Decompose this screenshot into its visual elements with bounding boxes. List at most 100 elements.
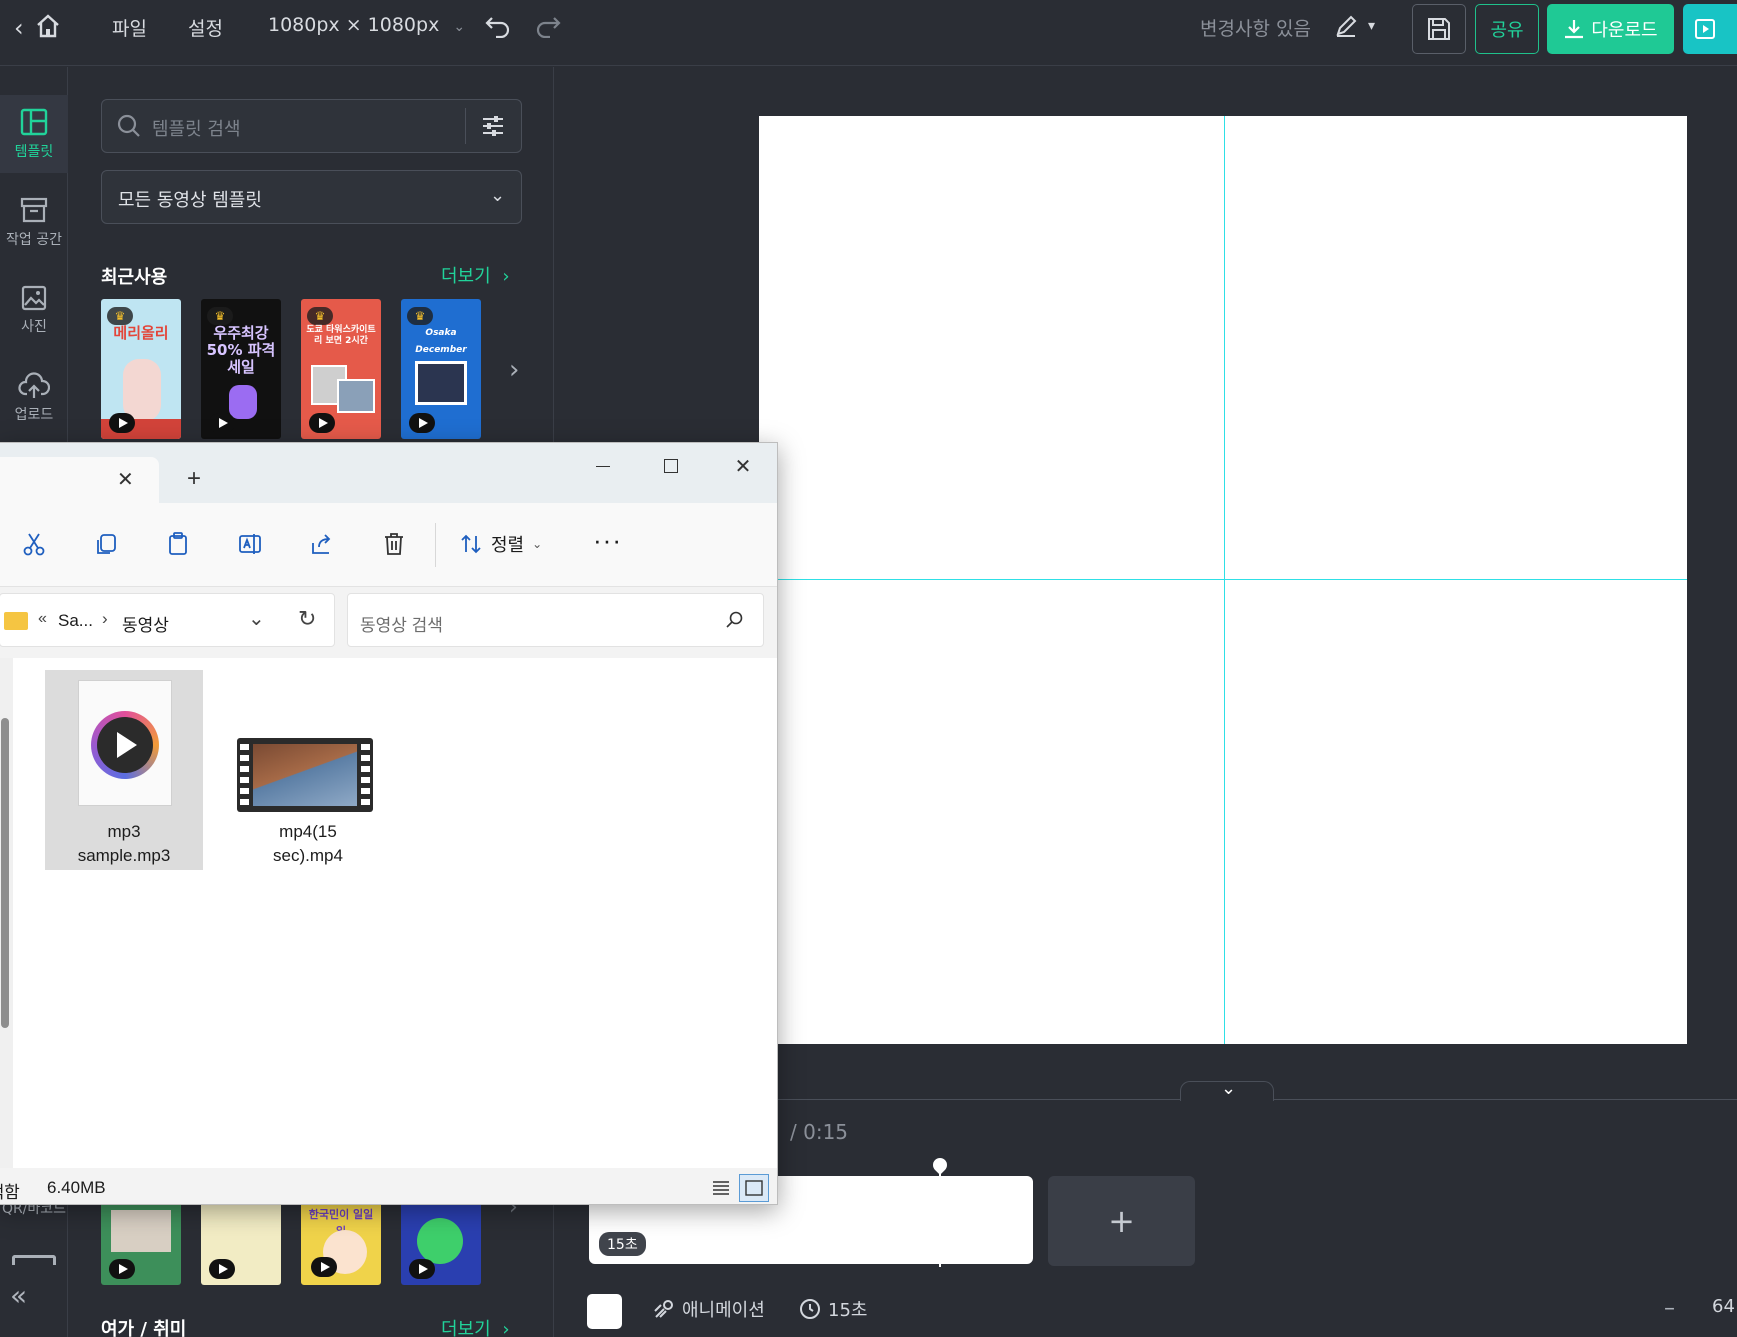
menu-settings[interactable]: 설정 — [188, 14, 223, 41]
rename-icon — [239, 534, 261, 554]
rename-button[interactable] — [233, 527, 267, 561]
animation-button[interactable]: 애니메이션 — [652, 1296, 765, 1322]
zoom-out-button[interactable]: – — [1664, 1296, 1675, 1321]
artboard[interactable] — [759, 116, 1687, 1044]
delete-button[interactable] — [377, 527, 411, 561]
redo-icon[interactable] — [534, 12, 562, 42]
undo-icon[interactable] — [484, 12, 512, 42]
address-bar[interactable]: « Sa... › 동영상 ⌄ ↻ — [0, 593, 335, 647]
template-search-input[interactable]: 템플릿 검색 — [101, 99, 522, 153]
chevron-right-icon: › — [102, 609, 108, 628]
film-sprocket-left — [240, 744, 249, 806]
more-options-icon[interactable]: ··· — [593, 525, 622, 556]
crown-icon: ♛ — [107, 307, 133, 325]
copy-button[interactable] — [89, 527, 123, 561]
recent-template-thumb[interactable]: ♛ Osaka December — [401, 299, 481, 439]
add-page-button[interactable]: + — [1048, 1176, 1195, 1266]
thumb-character — [417, 1218, 463, 1264]
rail-item-partial-icon[interactable] — [12, 1255, 56, 1265]
file-item[interactable]: mp4(15 sec).mp4 — [229, 670, 387, 870]
collapse-panel-icon[interactable]: « — [10, 1279, 27, 1312]
scissors-icon — [23, 533, 45, 556]
rail-item-upload[interactable]: 업로드 — [0, 359, 68, 437]
pencil-icon — [1336, 15, 1357, 37]
crown-icon: ♛ — [307, 307, 333, 325]
more-label: 더보기 — [441, 1319, 491, 1337]
thumb-astronaut — [229, 385, 257, 419]
large-icons-view-button[interactable] — [739, 1174, 769, 1202]
rail-item-workspace[interactable]: 작업 공간 — [0, 183, 68, 261]
duration-button[interactable]: 15초 — [798, 1296, 867, 1322]
explorer-search-input[interactable]: 동영상 검색 — [347, 593, 764, 647]
back-icon[interactable]: ‹ — [14, 14, 24, 42]
sort-button[interactable]: 정렬 ⌄ — [459, 531, 542, 557]
hobby-more-link[interactable]: 더보기 › — [441, 1315, 510, 1337]
clipboard-icon — [169, 532, 187, 555]
share-icon — [312, 534, 331, 554]
maximize-button[interactable] — [649, 451, 693, 481]
thumb-photo — [111, 1210, 171, 1252]
time-total-value: 0:15 — [803, 1120, 849, 1144]
close-tab-icon[interactable]: ✕ — [117, 467, 134, 492]
media-play-icon — [91, 711, 159, 779]
thumb-illustration — [123, 359, 161, 421]
share-file-button[interactable] — [305, 527, 339, 561]
new-tab-icon[interactable]: + — [187, 465, 201, 493]
chevron-down-icon: ⌄ — [490, 185, 506, 206]
minimize-button[interactable] — [581, 451, 625, 481]
recent-next-icon[interactable]: › — [509, 355, 519, 385]
rail-label: 템플릿 — [14, 144, 54, 160]
address-crumb-current[interactable]: 동영상 — [122, 611, 169, 636]
template-thumb[interactable] — [101, 1202, 181, 1285]
template-thumb[interactable] — [401, 1202, 481, 1285]
refresh-icon[interactable]: ↻ — [298, 606, 316, 632]
play-icon — [311, 1257, 337, 1277]
plus-icon: + — [1108, 1202, 1135, 1240]
save-button[interactable] — [1412, 4, 1466, 54]
recent-more-link[interactable]: 더보기 › — [441, 262, 510, 288]
nav-pane-scrollbar-thumb[interactable] — [1, 718, 9, 1028]
home-icon[interactable] — [34, 12, 62, 44]
download-button[interactable]: 다운로드 — [1547, 4, 1674, 54]
thumb-title: 우주최강 50% 파격세일 — [206, 324, 276, 376]
sort-icon — [461, 534, 481, 554]
explorer-tab[interactable]: ✕ — [0, 457, 159, 503]
timeline-toggle[interactable]: ⌄ — [1180, 1078, 1274, 1101]
chevron-down-icon: ⌄ — [453, 19, 466, 35]
address-crumb-parent[interactable]: Sa... — [58, 611, 93, 631]
paste-button[interactable] — [161, 527, 195, 561]
rail-item-template[interactable]: 템플릿 — [0, 95, 68, 173]
file-name-line: mp4(15 — [279, 822, 337, 841]
present-button[interactable] — [1683, 4, 1737, 54]
play-icon — [109, 413, 135, 433]
playhead[interactable] — [939, 1164, 941, 1267]
edit-mode-button[interactable]: ▾ — [1334, 14, 1375, 38]
file-name: mp4(15 sec).mp4 — [229, 820, 387, 868]
recent-template-thumb[interactable]: ♛ 메리올리 — [101, 299, 181, 439]
trash-icon — [385, 533, 403, 555]
cut-button[interactable] — [17, 527, 51, 561]
menu-file[interactable]: 파일 — [112, 14, 147, 41]
filter-sliders-icon[interactable] — [480, 113, 506, 139]
share-button[interactable]: 공유 — [1475, 4, 1539, 54]
canvas-size-selector[interactable]: 1080px × 1080px ⌄ — [268, 14, 465, 36]
thumb-title: 도쿄 타워스카이트리 보면 2시간 — [306, 325, 376, 346]
file-item[interactable]: mp3 sample.mp3 — [45, 670, 203, 870]
close-window-button[interactable]: ✕ — [721, 451, 765, 481]
template-category-select[interactable]: 모든 동영상 템플릿 ⌄ — [101, 170, 522, 224]
recent-template-thumb[interactable]: ♛ 도쿄 타워스카이트리 보면 2시간 — [301, 299, 381, 439]
template-thumb[interactable] — [201, 1202, 281, 1285]
recent-template-thumb[interactable]: ♛ 우주최강 50% 파격세일 — [201, 299, 281, 439]
chevron-down-icon: ⌄ — [532, 537, 543, 551]
rail-item-photo[interactable]: 사진 — [0, 271, 68, 349]
time-separator: / — [790, 1120, 804, 1144]
zoom-value[interactable]: 64 — [1712, 1296, 1735, 1317]
background-color-swatch[interactable] — [587, 1294, 622, 1329]
chevron-right-icon: › — [502, 1319, 510, 1337]
details-view-button[interactable] — [709, 1176, 733, 1200]
template-thumb[interactable]: 한국민이 일일일 — [301, 1202, 381, 1285]
download-label: 다운로드 — [1591, 20, 1658, 41]
address-history-chevron-icon[interactable]: ⌄ — [248, 606, 265, 631]
time-total: / 0:15 — [790, 1120, 848, 1144]
toolbar-divider — [435, 523, 436, 567]
